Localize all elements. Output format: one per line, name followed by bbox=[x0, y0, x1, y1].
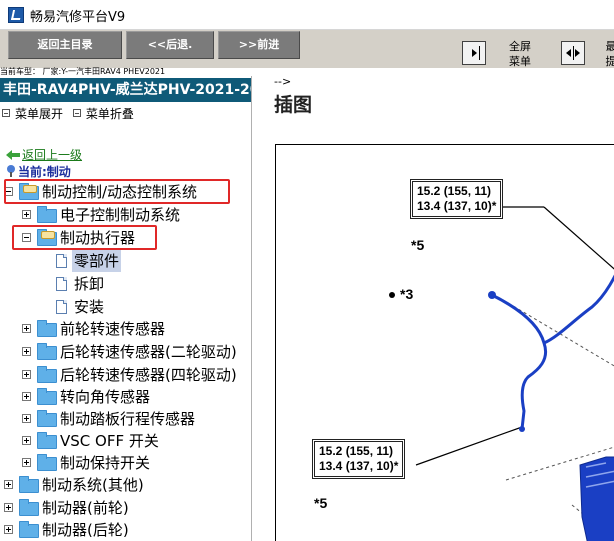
folder-icon bbox=[37, 410, 57, 427]
brake-line-tube bbox=[543, 274, 614, 345]
tree-item-electronic-brake[interactable]: 电子控制制动系统 bbox=[0, 204, 251, 226]
actuator-part bbox=[579, 456, 614, 541]
torque-spec-top: 15.2 (155, 11) 13.4 (137, 10)* bbox=[410, 179, 504, 219]
current-location: 当前:制动 bbox=[6, 163, 71, 180]
expand-toggle-icon[interactable] bbox=[4, 480, 13, 489]
tree-item-front-brake[interactable]: 制动器(前轮) bbox=[0, 497, 251, 519]
pipe-fitting bbox=[519, 426, 525, 432]
pin-icon bbox=[7, 165, 15, 177]
folder-icon bbox=[37, 343, 57, 360]
back-to-main-button[interactable]: 返回主目录 bbox=[8, 31, 122, 59]
folder-icon bbox=[37, 432, 57, 449]
split-view-label: 最 提 bbox=[605, 40, 614, 68]
tree-item-vsc-off-switch[interactable]: VSC OFF 开关 bbox=[0, 430, 251, 452]
expand-toggle-icon[interactable] bbox=[22, 210, 31, 219]
content-panel: --> 插图 15.2 (155, 11) 13.4 (137, 10)* *5… bbox=[253, 75, 614, 541]
torque-spec-bottom: 15.2 (155, 11) 13.4 (137, 10)* bbox=[312, 439, 406, 479]
tree-item-components[interactable]: 零部件 bbox=[0, 250, 251, 272]
folder-icon bbox=[19, 476, 39, 493]
note-label-5: *5 bbox=[314, 495, 328, 511]
brake-actuator-illustration: 15.2 (155, 11) 13.4 (137, 10)* *5 *3 15.… bbox=[275, 144, 614, 541]
folder-icon bbox=[37, 454, 57, 471]
app-icon bbox=[8, 7, 24, 23]
folder-icon bbox=[37, 388, 57, 405]
split-view-button[interactable] bbox=[561, 41, 585, 65]
tree-item-removal[interactable]: 拆卸 bbox=[0, 273, 251, 295]
collapse-icon bbox=[72, 109, 81, 117]
folder-icon bbox=[19, 499, 39, 516]
arrow-left-icon bbox=[566, 49, 571, 57]
forward-button[interactable]: >>前进 bbox=[218, 31, 300, 59]
highlight-box bbox=[4, 179, 230, 204]
expand-menu-link[interactable]: 菜单展开 bbox=[2, 107, 63, 121]
brake-line-tube bbox=[491, 293, 547, 430]
left-nav-panel: 丰田-RAV4PHV-威兰达PHV-2021-2022 菜单展开 菜单折叠 返回… bbox=[0, 76, 252, 541]
back-up-link[interactable]: 返回上一级 bbox=[22, 148, 82, 162]
vehicle-header: 丰田-RAV4PHV-威兰达PHV-2021-2022 bbox=[0, 78, 251, 102]
expand-toggle-icon[interactable] bbox=[22, 458, 31, 467]
tree-item-brake-hold-switch[interactable]: 制动保持开关 bbox=[0, 452, 251, 474]
collapse-menu-link[interactable]: 菜单折叠 bbox=[72, 107, 134, 121]
highlight-box bbox=[12, 225, 157, 250]
expand-icon bbox=[2, 109, 10, 117]
note-label-5: *5 bbox=[411, 237, 425, 253]
tree-item-installation[interactable]: 安装 bbox=[0, 296, 251, 318]
tree-item-rear-brake[interactable]: 制动器(后轮) bbox=[0, 519, 251, 541]
leader-line bbox=[415, 426, 523, 466]
arrow-right-icon bbox=[575, 49, 580, 57]
expand-toggle-icon[interactable] bbox=[4, 503, 13, 512]
leader-line bbox=[543, 206, 614, 270]
folder-icon bbox=[37, 320, 57, 337]
html-comment-text: --> bbox=[274, 75, 292, 88]
back-arrow-icon bbox=[6, 150, 20, 160]
expand-toggle-icon[interactable] bbox=[22, 324, 31, 333]
tree-item-brake-system-other[interactable]: 制动系统(其他) bbox=[0, 474, 251, 496]
window-title: 畅易汽修平台V9 bbox=[30, 10, 126, 25]
expand-toggle-icon[interactable] bbox=[22, 414, 31, 423]
pipe-fitting bbox=[488, 291, 496, 299]
toolbar: 返回主目录 <<后退. >>前进 全屏 菜单 最 提 bbox=[0, 30, 614, 68]
folder-icon bbox=[37, 366, 57, 383]
tree-item-pedal-stroke-sensor[interactable]: 制动踏板行程传感器 bbox=[0, 408, 251, 430]
fullscreen-menu-label: 全屏 菜单 bbox=[509, 40, 531, 68]
document-icon bbox=[56, 254, 67, 268]
folder-icon bbox=[19, 521, 39, 538]
expand-toggle-icon[interactable] bbox=[22, 370, 31, 379]
back-up-row[interactable]: 返回上一级 bbox=[6, 146, 82, 163]
marker-dot bbox=[389, 292, 395, 298]
document-icon bbox=[56, 300, 67, 314]
arrow-right-icon bbox=[472, 49, 477, 57]
expand-toggle-icon[interactable] bbox=[4, 525, 13, 534]
fullscreen-button[interactable] bbox=[462, 41, 486, 65]
tree-item-rear-speed-sensor-2wd[interactable]: 后轮转速传感器(二轮驱动) bbox=[0, 341, 251, 363]
title-bar: 畅易汽修平台V9 bbox=[0, 0, 614, 30]
expand-toggle-icon[interactable] bbox=[22, 347, 31, 356]
folder-icon bbox=[37, 206, 57, 223]
note-label-3: *3 bbox=[400, 286, 414, 302]
expand-toggle-icon[interactable] bbox=[22, 392, 31, 401]
back-button[interactable]: <<后退. bbox=[126, 31, 214, 59]
tree-item-front-speed-sensor[interactable]: 前轮转速传感器 bbox=[0, 318, 251, 340]
section-title: 插图 bbox=[274, 94, 313, 116]
tree-item-steering-angle-sensor[interactable]: 转向角传感器 bbox=[0, 386, 251, 408]
expand-toggle-icon[interactable] bbox=[22, 436, 31, 445]
document-icon bbox=[56, 277, 67, 291]
menu-ops: 菜单展开 菜单折叠 bbox=[2, 105, 134, 122]
tree-item-rear-speed-sensor-4wd[interactable]: 后轮转速传感器(四轮驱动) bbox=[0, 364, 251, 386]
